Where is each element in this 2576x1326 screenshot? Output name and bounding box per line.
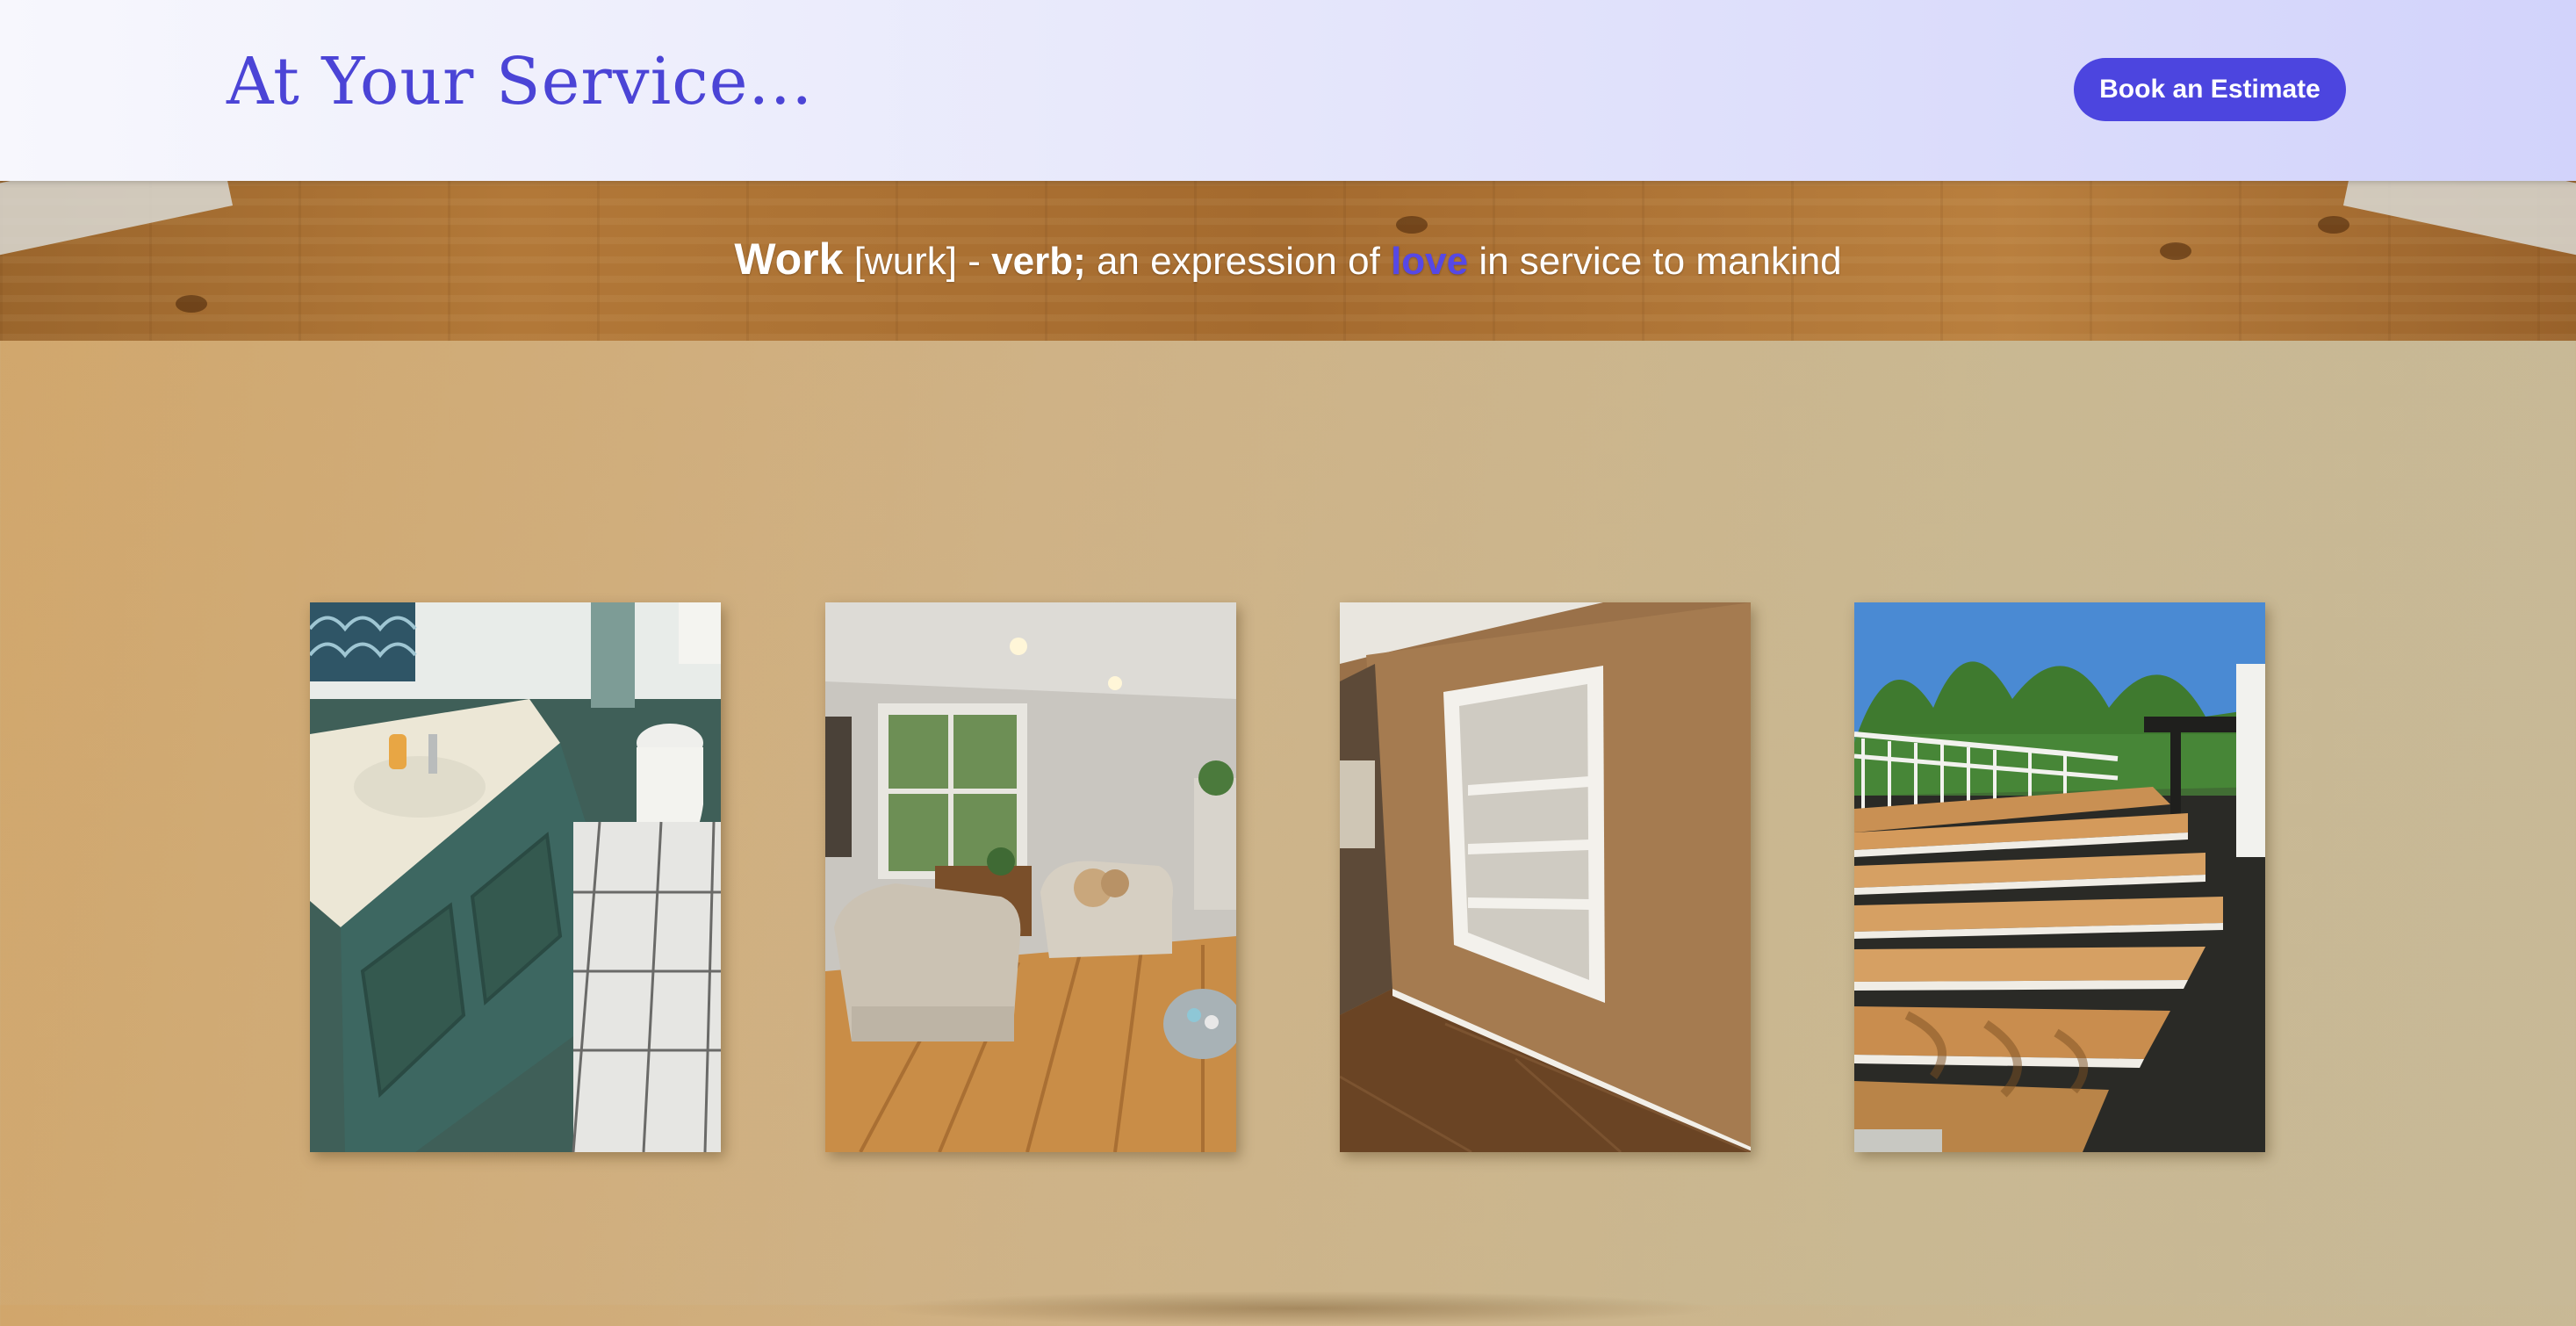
bathroom-image [310,602,721,1152]
definition-tagline: Work [wurk] - verb; an expression of lov… [0,234,2576,285]
deck-image [1854,602,2265,1152]
living-room-image [825,602,1236,1152]
tagline-part-of-speech: verb; [991,240,1086,283]
wood-knot [176,295,207,313]
section-shadow [878,1291,1721,1326]
tagline-definition-end: in service to mankind [1468,240,1842,283]
wall-shelf-image [1340,602,1751,1152]
wood-knot [1396,216,1428,234]
tagline-word: Work [734,234,844,284]
gallery-photo-bathroom[interactable] [310,602,721,1152]
book-estimate-button[interactable]: Book an Estimate [2074,58,2346,121]
project-gallery [0,602,2576,1152]
gallery-photo-wall-shelf[interactable] [1340,602,1751,1152]
gallery-photo-deck[interactable] [1854,602,2265,1152]
tagline-highlight: love [1391,240,1469,283]
site-header: At Your Service... Book an Estimate [0,0,2576,181]
tagline-pronunciation: [wurk] - [853,240,992,283]
gallery-photo-living-room[interactable] [825,602,1236,1152]
site-logo[interactable]: At Your Service... [227,44,813,119]
wood-banner: Work [wurk] - verb; an expression of lov… [0,181,2576,341]
tagline-definition-start: an expression of [1085,240,1392,283]
wood-knot [2318,216,2349,234]
